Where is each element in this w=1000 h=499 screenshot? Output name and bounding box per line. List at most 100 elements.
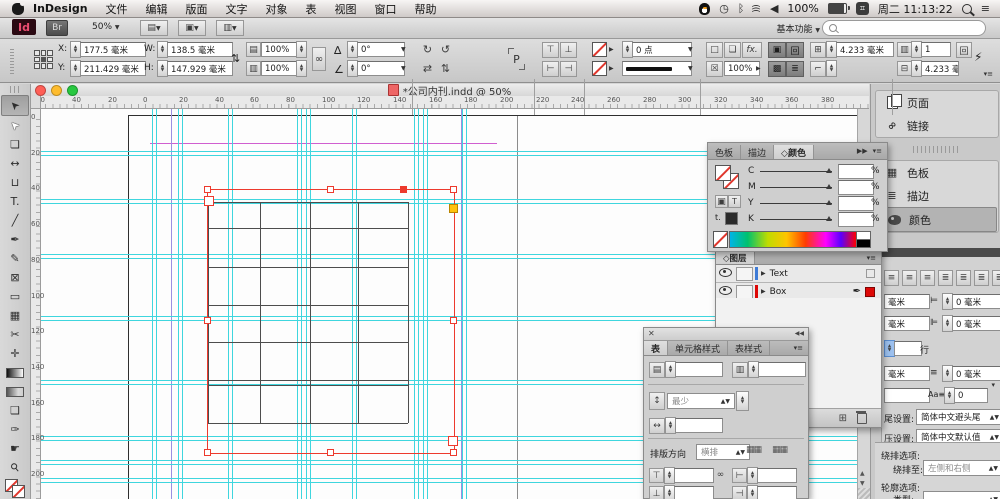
frame-handle-top[interactable] bbox=[327, 186, 334, 193]
justify-center-button[interactable]: ≣ bbox=[956, 270, 971, 286]
fill-dropdown[interactable]: ▶ bbox=[609, 46, 614, 53]
row-height-select[interactable]: 最少 ▲▼ bbox=[667, 393, 735, 409]
align-center-button[interactable]: ≡ bbox=[902, 270, 917, 286]
opacity-field[interactable]: 100% bbox=[724, 61, 760, 76]
notification-center-icon[interactable]: ≡ bbox=[981, 2, 990, 15]
direct-selection-tool[interactable]: ➤ bbox=[2, 116, 28, 135]
frame-handle-tr[interactable] bbox=[450, 186, 457, 193]
channel-k-field[interactable] bbox=[838, 212, 874, 227]
last-line-indent-field[interactable]: 0 毫米 bbox=[952, 316, 1000, 331]
layers-panel-menu[interactable]: ▾≡ bbox=[862, 251, 881, 264]
menu-table[interactable]: 表 bbox=[297, 1, 326, 17]
view-options-button[interactable]: ▤ ▼ bbox=[140, 20, 168, 36]
time-machine-icon[interactable]: ◷ bbox=[719, 2, 729, 15]
center-content-button[interactable]: ⊢ bbox=[542, 61, 559, 77]
kinsoku-select[interactable]: 简体中文避头尾 ▲▼ bbox=[916, 409, 1000, 425]
control-panel-menu[interactable]: ▾≡ bbox=[979, 52, 998, 96]
menubar-clock[interactable]: 周二 11:13:22 bbox=[878, 1, 953, 17]
menu-edit[interactable]: 编辑 bbox=[137, 1, 177, 17]
x-field[interactable]: 177.5 毫米 bbox=[80, 42, 146, 57]
wrap-bounding-box-button[interactable]: 回 bbox=[786, 42, 804, 58]
scale-y-stepper[interactable]: ▲ ▼ bbox=[296, 60, 307, 77]
layers-tab[interactable]: ◇图层 bbox=[716, 252, 755, 264]
wrap-to-select[interactable]: 左侧和右侧 ▲▼ bbox=[923, 460, 1000, 476]
inset-bottom-field[interactable] bbox=[674, 486, 714, 499]
justify-all-button[interactable]: ≣ bbox=[992, 270, 1000, 286]
battery-icon[interactable] bbox=[827, 3, 850, 14]
fill-stroke-proxy[interactable] bbox=[2, 477, 28, 499]
dock-item-swatches[interactable]: ▦ 色板 bbox=[876, 161, 998, 184]
channel-y-field[interactable] bbox=[838, 196, 874, 211]
layer-expand-arrow[interactable]: ▶ bbox=[761, 288, 766, 295]
justify-button[interactable]: ≣ bbox=[938, 270, 953, 286]
drop-shadow-button[interactable]: ❏ bbox=[724, 42, 741, 58]
flip-vertical-button[interactable]: ⇅ bbox=[438, 61, 453, 75]
writing-direction-select[interactable]: 横排 ▲▼ bbox=[696, 444, 750, 460]
frame-fitting-button[interactable]: 回 bbox=[956, 42, 972, 58]
inset-right-field[interactable] bbox=[757, 468, 797, 483]
pen-tool[interactable]: ✒ bbox=[2, 230, 28, 249]
swatches-tab[interactable]: 色板 bbox=[708, 145, 742, 159]
table-tab[interactable]: 表 bbox=[644, 341, 669, 355]
layer-lock-cell[interactable] bbox=[736, 266, 753, 281]
channel-y-slider[interactable] bbox=[760, 200, 832, 205]
hand-tool[interactable]: ☛ bbox=[2, 439, 28, 458]
menu-object[interactable]: 对象 bbox=[257, 1, 297, 17]
scroll-up-arrow[interactable]: ▲ bbox=[860, 470, 865, 477]
volume-icon[interactable]: ◀ bbox=[770, 2, 778, 15]
bluetooth-icon[interactable]: ᛒ bbox=[738, 2, 745, 15]
frame-handle-selected[interactable] bbox=[400, 186, 407, 193]
align-left-button[interactable]: ≡ bbox=[884, 270, 899, 286]
constrain-wh-icon[interactable]: ⇅ bbox=[231, 52, 240, 65]
row-height-stepper[interactable]: ▲ ▼ bbox=[736, 391, 749, 411]
scroll-down-arrow[interactable]: ▼ bbox=[860, 480, 865, 487]
layer-name[interactable]: Box bbox=[770, 287, 787, 297]
table-styles-tab[interactable]: 表样式 bbox=[728, 341, 771, 355]
contour-type-select[interactable]: ▲▼ bbox=[923, 491, 1000, 499]
space-after-field[interactable]: 0 毫米 bbox=[952, 366, 1000, 381]
menu-file[interactable]: 文件 bbox=[97, 1, 137, 17]
cell-styles-tab[interactable]: 单元格样式 bbox=[668, 341, 729, 355]
frame-handle-left[interactable] bbox=[204, 317, 211, 324]
layer-expand-arrow[interactable]: ▶ bbox=[761, 270, 766, 277]
inset-top-field[interactable] bbox=[674, 468, 714, 483]
wrap-jump-button[interactable]: ≣ bbox=[786, 61, 804, 77]
fit-content-button[interactable]: ⊤ bbox=[542, 42, 559, 58]
rectangle-tool[interactable]: ▭ bbox=[2, 287, 28, 306]
scale-y-field[interactable]: 100% bbox=[261, 61, 301, 76]
layer-row-text[interactable]: ▶ Text bbox=[716, 265, 881, 283]
h-field[interactable]: 147.929 毫米 bbox=[167, 61, 233, 76]
flip-horizontal-button[interactable]: ⇄ bbox=[420, 61, 435, 75]
zoom-level-select[interactable]: 50% ▼ bbox=[92, 22, 120, 32]
black-swatch[interactable] bbox=[856, 239, 871, 248]
content-grabber[interactable] bbox=[204, 196, 214, 206]
gap-tool[interactable]: ↔ bbox=[2, 154, 28, 173]
ruler-origin-box[interactable] bbox=[30, 96, 41, 109]
menu-app[interactable]: InDesign bbox=[24, 2, 97, 15]
inset-link-icon[interactable]: ∞ bbox=[716, 468, 725, 481]
layer-name[interactable]: Text bbox=[770, 269, 788, 279]
zoom-tool[interactable]: ⚲ bbox=[2, 458, 28, 477]
left-indent-field[interactable]: 毫米 bbox=[884, 294, 930, 309]
dock-item-color[interactable]: 颜色 bbox=[877, 207, 997, 232]
effects-button[interactable]: fx. bbox=[742, 42, 762, 58]
channel-m-slider[interactable] bbox=[760, 184, 832, 189]
last-color-proxy[interactable] bbox=[725, 212, 738, 225]
input-method-icon[interactable]: ⌗ bbox=[855, 2, 869, 15]
rows-field[interactable] bbox=[675, 362, 723, 377]
content-collector-tool[interactable]: ⊔ bbox=[2, 173, 28, 192]
visibility-eye-icon[interactable] bbox=[716, 285, 734, 298]
cell-align-bottom-icon[interactable]: ▦▦ bbox=[772, 445, 788, 455]
menu-layout[interactable]: 版面 bbox=[177, 1, 217, 17]
formatting-text-icon[interactable]: T bbox=[728, 195, 741, 208]
stroke-dropdown[interactable]: ▶ bbox=[609, 65, 614, 72]
stroke-tab[interactable]: 描边 bbox=[741, 145, 775, 159]
color-panel-menu[interactable]: ▾≡ bbox=[873, 147, 882, 155]
spotlight-icon[interactable] bbox=[961, 3, 972, 14]
dock-item-stroke[interactable]: ≣ 描边 bbox=[876, 184, 998, 207]
stroke-none-swatch[interactable] bbox=[12, 485, 25, 498]
y-field[interactable]: 211.429 毫米 bbox=[80, 61, 146, 76]
color-tab[interactable]: ◇颜色 bbox=[774, 145, 814, 159]
frame-handle-bl[interactable] bbox=[204, 449, 211, 456]
rotate-ccw-button[interactable]: ↺ bbox=[438, 42, 453, 56]
